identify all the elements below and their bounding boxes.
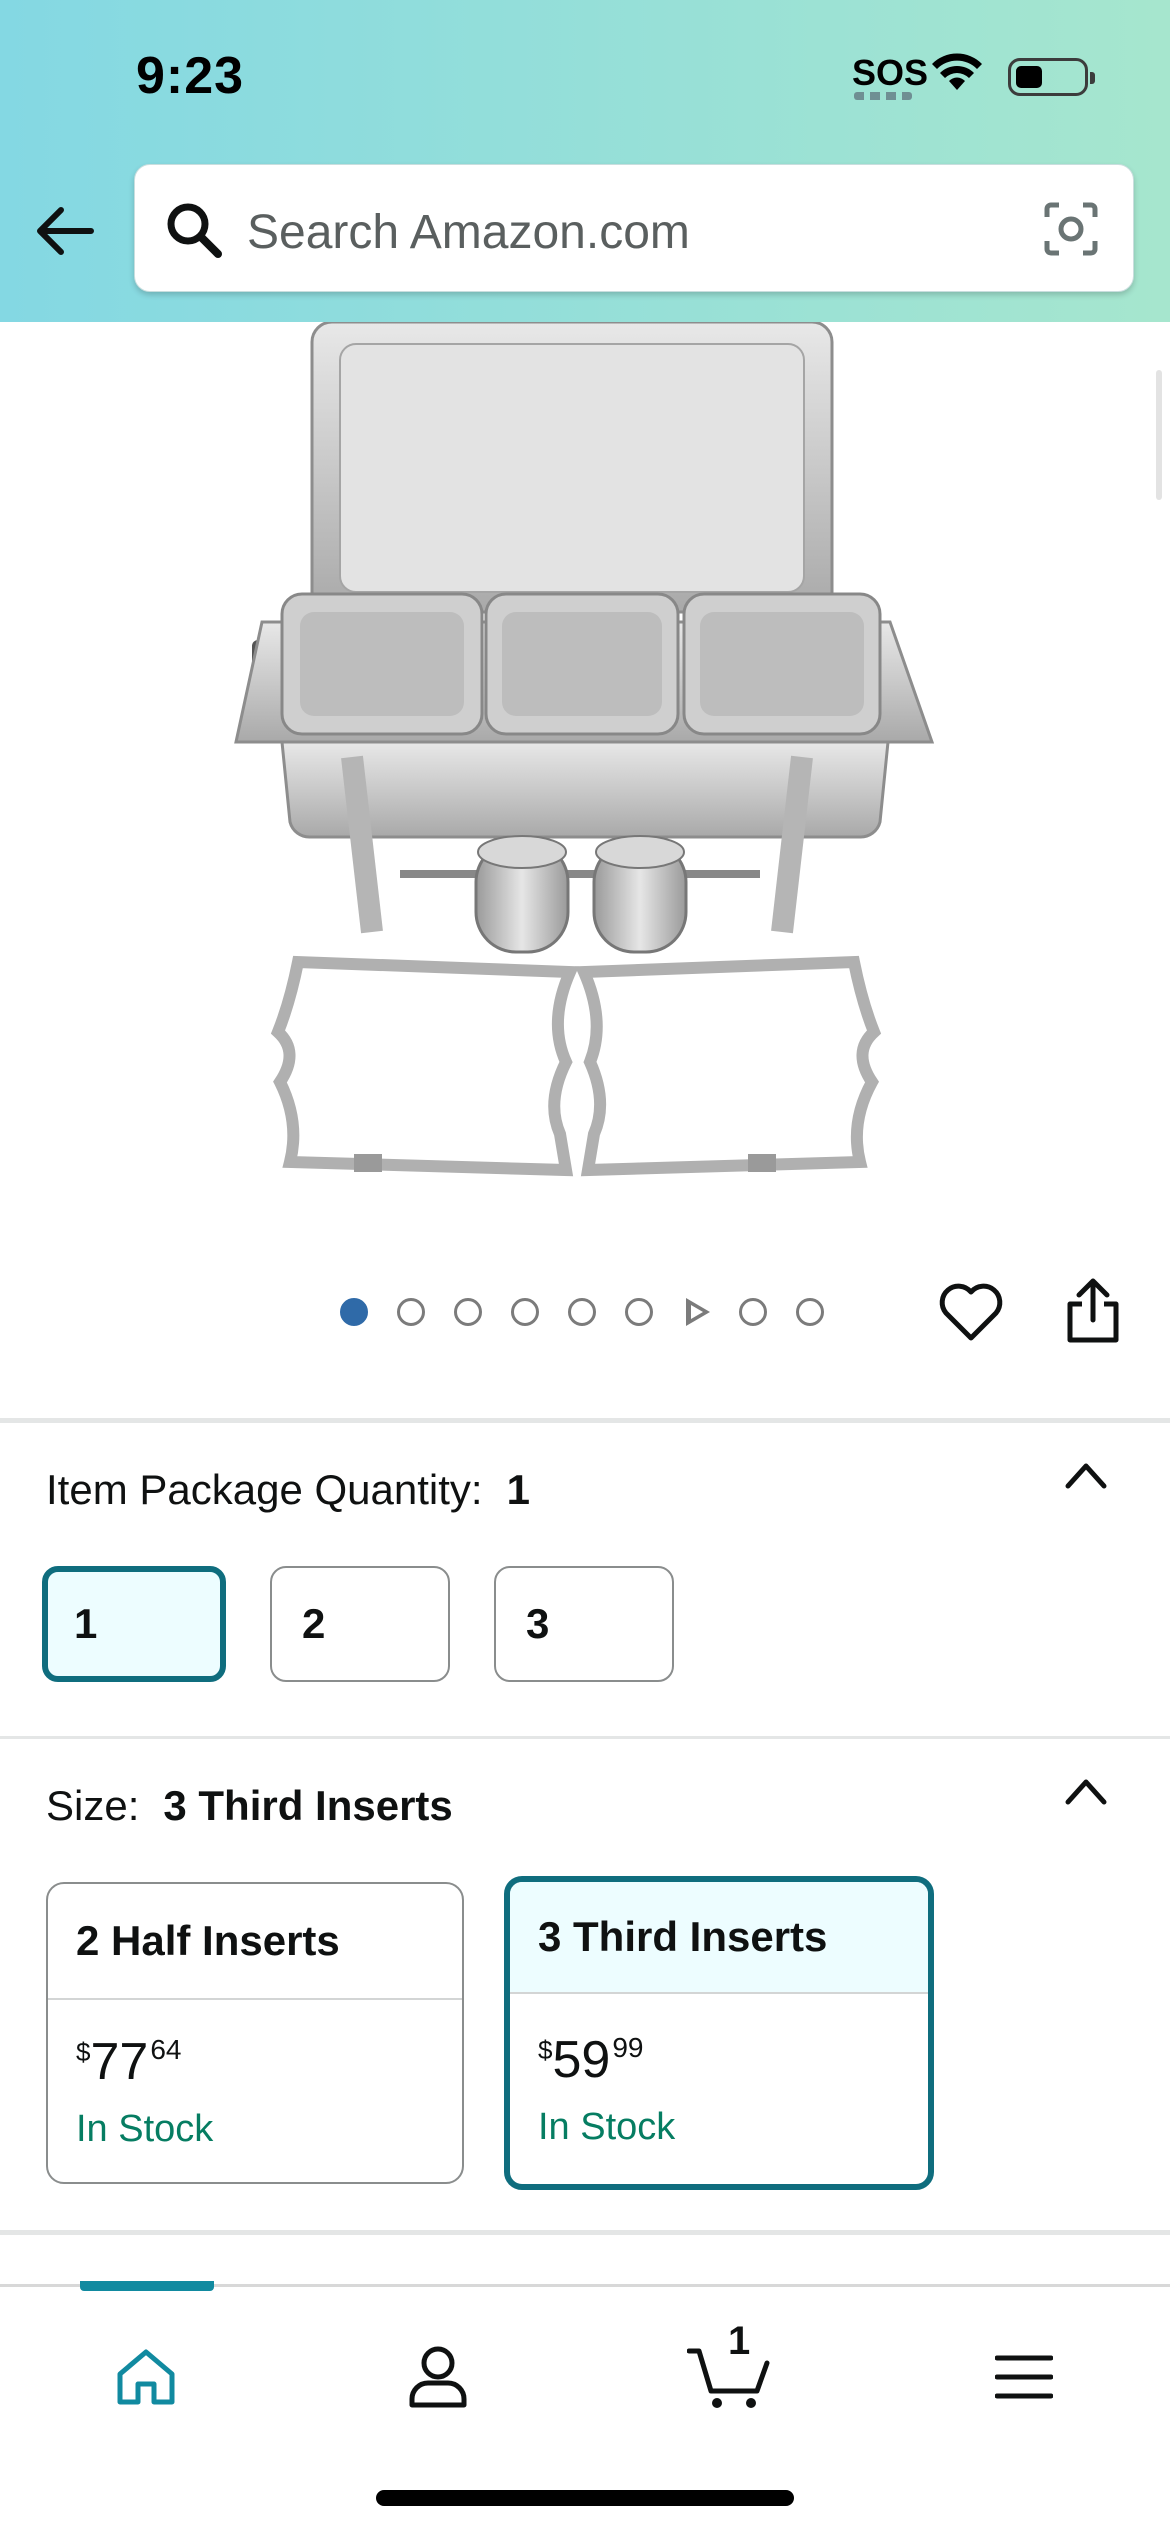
battery-icon (1008, 58, 1095, 96)
wishlist-heart-icon[interactable] (938, 1282, 1004, 1347)
collapse-quantity-chevron-up-icon[interactable] (1064, 1460, 1108, 1495)
stock-status: In Stock (76, 2108, 214, 2150)
gallery-dots[interactable] (340, 1298, 853, 1326)
stock-status: In Stock (538, 2106, 676, 2148)
wifi-icon (932, 52, 982, 97)
menu-hamburger-icon[interactable] (974, 2327, 1074, 2427)
gallery-dot[interactable] (796, 1298, 824, 1326)
gallery-dot[interactable] (511, 1298, 539, 1326)
status-time: 9:23 (136, 47, 245, 105)
collapse-size-chevron-up-icon[interactable] (1064, 1776, 1108, 1811)
section-divider (0, 2230, 1170, 2235)
section-divider (0, 1418, 1170, 1423)
gallery-dot-active[interactable] (340, 1298, 368, 1326)
gallery-dot[interactable] (397, 1298, 425, 1326)
camera-search-icon[interactable] (1043, 201, 1099, 262)
cart-count-badge: 1 (728, 2319, 751, 2363)
gallery-video-icon[interactable] (682, 1298, 710, 1326)
size-option-3-third-inserts[interactable]: 3 Third Inserts $5999 In Stock (504, 1876, 934, 2190)
quantity-option-1[interactable]: 1 (42, 1566, 226, 1682)
size-label-text: Size: (46, 1782, 140, 1829)
section-divider (0, 1736, 1170, 1739)
search-icon (165, 201, 223, 264)
size-label: Size: 3 Third Inserts (46, 1782, 453, 1830)
quantity-option-label: 3 (526, 1600, 550, 1647)
gallery-dot[interactable] (739, 1298, 767, 1326)
scroll-indicator[interactable] (1156, 370, 1162, 500)
price-cents: 64 (150, 2034, 182, 2065)
account-icon[interactable] (388, 2327, 488, 2427)
price-cents: 99 (612, 2032, 644, 2063)
header: 9:23 SOS Search Amazon.com (0, 0, 1170, 322)
size-option-price: $5999 (538, 2031, 644, 2089)
search-input[interactable]: Search Amazon.com (134, 164, 1134, 292)
share-icon[interactable] (1064, 1278, 1122, 1349)
search-placeholder: Search Amazon.com (247, 206, 690, 259)
size-selected-value: 3 Third Inserts (163, 1782, 453, 1829)
product-image[interactable] (0, 320, 1170, 1202)
back-arrow-icon[interactable] (30, 196, 100, 266)
quantity-selected-value: 1 (506, 1466, 530, 1513)
gallery-dot[interactable] (454, 1298, 482, 1326)
quantity-label: Item Package Quantity: 1 (46, 1466, 530, 1514)
home-icon[interactable] (96, 2327, 196, 2427)
gallery-dot[interactable] (568, 1298, 596, 1326)
home-indicator[interactable] (376, 2490, 794, 2506)
price-dollars: 59 (552, 2031, 611, 2089)
quantity-option-2[interactable]: 2 (270, 1566, 450, 1682)
size-option-price: $7764 (76, 2033, 182, 2091)
price-dollars: 77 (90, 2033, 149, 2091)
size-option-name: 3 Third Inserts (510, 1882, 928, 1994)
quantity-option-3[interactable]: 3 (494, 1566, 674, 1682)
quantity-label-text: Item Package Quantity: (46, 1466, 483, 1513)
quantity-option-label: 2 (302, 1600, 326, 1647)
quantity-option-label: 1 (74, 1600, 98, 1647)
gallery-dot[interactable] (625, 1298, 653, 1326)
nav-active-indicator (80, 2281, 214, 2291)
sos-indicator: SOS (852, 52, 929, 93)
size-option-2-half-inserts[interactable]: 2 Half Inserts $7764 In Stock (46, 1882, 464, 2184)
sos-dots (854, 92, 912, 100)
size-option-name: 2 Half Inserts (48, 1884, 462, 2000)
